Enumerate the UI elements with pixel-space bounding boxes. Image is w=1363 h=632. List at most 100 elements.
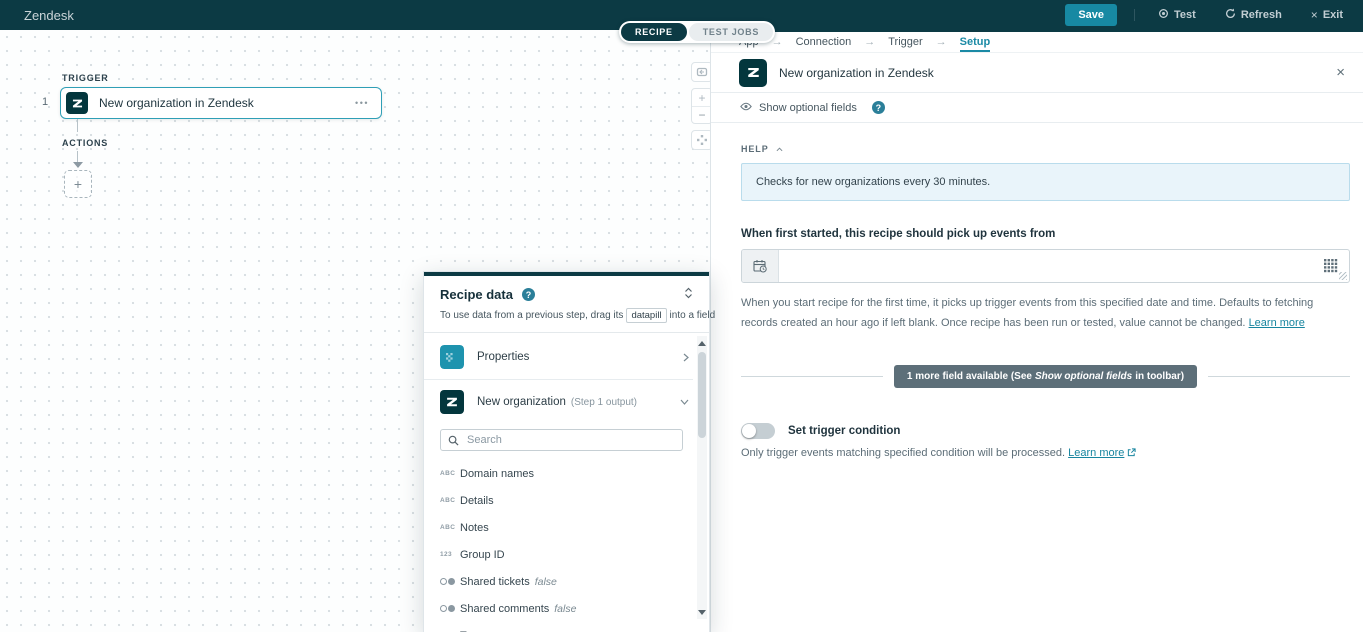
number-type-icon: 123 [440, 551, 460, 558]
refresh-button[interactable]: Refresh [1219, 7, 1288, 23]
step-output-label: New organization [477, 396, 566, 408]
topbar-actions: Save Test Refresh × Exit [1065, 4, 1349, 26]
datapill-row[interactable]: 123 Group ID [424, 541, 693, 568]
breadcrumb-setup: Setup [960, 32, 991, 52]
help-circle-icon[interactable]: ? [872, 101, 885, 114]
panel-content: HELP Checks for new organizations every … [711, 123, 1363, 459]
recipe-data-panel: Recipe data ? To use data from a previou… [423, 271, 710, 632]
divider-line [1208, 376, 1350, 377]
zendesk-icon [440, 390, 464, 414]
help-circle-icon[interactable]: ? [522, 288, 535, 301]
subtitle-prefix: To use data from a previous step, drag i… [440, 310, 623, 321]
properties-row[interactable]: Properties [424, 335, 693, 380]
datapill-row[interactable]: Shared comments false [424, 595, 693, 622]
pickup-date-input[interactable] [741, 249, 1350, 283]
actions-section-label: ACTIONS [62, 138, 108, 148]
step-output-row[interactable]: New organization (Step 1 output) [424, 380, 693, 424]
trigger-setup-panel: App → Connection → Trigger → Setup New o… [710, 30, 1363, 632]
datapill-label: Group ID [460, 549, 505, 561]
calendar-icon[interactable] [742, 250, 779, 282]
trigger-condition-row: Set trigger condition [741, 423, 1350, 439]
trigger-condition-toggle[interactable] [741, 423, 775, 439]
boolean-type-icon [440, 578, 460, 585]
tab-test-jobs[interactable]: TEST JOBS [689, 23, 773, 41]
collapse-panel-button[interactable] [684, 287, 693, 302]
pickup-field-label: When first started, this recipe should p… [741, 228, 1350, 240]
external-link-icon [1127, 448, 1136, 457]
zendesk-icon [739, 59, 767, 87]
help-collapse-button[interactable]: HELP [741, 144, 801, 154]
zoom-in-button[interactable]: + [692, 89, 712, 106]
test-label: Test [1174, 9, 1196, 21]
scrollbar[interactable] [697, 336, 707, 619]
breadcrumb-trigger[interactable]: Trigger [888, 32, 922, 52]
datapill-label: Shared comments [460, 603, 549, 615]
save-button[interactable]: Save [1065, 4, 1117, 26]
breadcrumb-arrow-icon: → [936, 36, 947, 48]
zoom-out-button[interactable]: − [692, 106, 712, 123]
chevron-down-icon [680, 399, 689, 405]
scroll-down-icon[interactable] [697, 607, 707, 617]
test-button[interactable]: Test [1152, 7, 1202, 23]
breadcrumb-connection[interactable]: Connection [796, 32, 852, 52]
datapill-row[interactable]: Shared tickets false [424, 568, 693, 595]
pickup-hint-text: When you start recipe for the first time… [741, 297, 1313, 329]
datapill-label: Notes [460, 522, 489, 534]
datapill-row[interactable]: ABC Notes [424, 514, 693, 541]
panel-toolbar: Show optional fields ? [711, 93, 1363, 123]
show-optional-fields-button[interactable]: Show optional fields [759, 102, 857, 114]
refresh-icon [1225, 8, 1236, 22]
optional-fields-divider: 1 more field available (SeeShow optional… [741, 365, 1350, 388]
help-box: Checks for new organizations every 30 mi… [741, 163, 1350, 201]
search-input[interactable] [465, 433, 675, 447]
datapill-row[interactable]: ABC Domain names [424, 460, 693, 487]
pickup-field-hint: When you start recipe for the first time… [741, 293, 1350, 334]
exit-button[interactable]: × Exit [1305, 7, 1349, 23]
recipe-data-subtitle: To use data from a previous step, drag i… [440, 308, 693, 323]
text-type-icon: ABC [440, 470, 460, 477]
datapill-value: false [554, 603, 576, 615]
eye-icon [740, 102, 752, 114]
properties-label: Properties [477, 351, 529, 363]
breadcrumb: App → Connection → Trigger → Setup [711, 32, 1363, 53]
scrollbar-thumb[interactable] [698, 352, 706, 438]
trigger-step-card[interactable]: New organization in Zendesk ••• [60, 87, 382, 119]
more-fields-button[interactable]: 1 more field available (SeeShow optional… [894, 365, 1197, 388]
boolean-type-icon [440, 605, 460, 612]
recipe-data-title: Recipe data [440, 287, 513, 302]
learn-more-link[interactable]: Learn more [1068, 447, 1124, 459]
app-root: Zendesk Save Test Refresh × Exit RECIPE … [0, 0, 1363, 632]
connector-line [77, 119, 78, 132]
datapill-row[interactable]: ABC Tags [424, 622, 693, 632]
panel-title: New organization in Zendesk [779, 66, 1334, 80]
more-fields-italic: Show optional fields [1035, 371, 1132, 382]
trigger-condition-hint-text: Only trigger events matching specified c… [741, 447, 1065, 459]
properties-icon [440, 345, 464, 369]
recipe-data-list: Properties New organization (Step 1 outp… [424, 333, 693, 632]
view-tabs: RECIPE TEST JOBS [619, 21, 775, 43]
datapill-chip: datapill [626, 308, 666, 323]
search-icon [448, 435, 459, 446]
tab-recipe[interactable]: RECIPE [621, 23, 687, 41]
datapill-row[interactable]: ABC Details [424, 487, 693, 514]
datapill-search[interactable] [440, 429, 683, 451]
step-output-sub: (Step 1 output) [571, 397, 637, 408]
add-step-button[interactable]: + [64, 170, 92, 198]
datapill-value: false [535, 576, 557, 588]
datapill-label: Shared tickets [460, 576, 530, 588]
resize-handle[interactable] [1339, 272, 1347, 280]
divider-line [741, 376, 883, 377]
trigger-section-label: TRIGGER [62, 73, 109, 83]
close-panel-button[interactable]: × [1334, 63, 1347, 82]
connector-arrow-icon [73, 162, 83, 168]
exit-label: Exit [1323, 9, 1343, 21]
more-fields-text: in toolbar) [1135, 371, 1184, 382]
step-number: 1 [42, 96, 48, 108]
pickup-date-value[interactable] [779, 250, 1313, 282]
scroll-up-icon[interactable] [697, 338, 707, 348]
topbar-divider [1134, 9, 1135, 21]
panel-header: New organization in Zendesk × [711, 53, 1363, 93]
step-menu-button[interactable]: ••• [355, 98, 369, 108]
test-icon [1158, 8, 1169, 22]
learn-more-link[interactable]: Learn more [1249, 317, 1305, 329]
